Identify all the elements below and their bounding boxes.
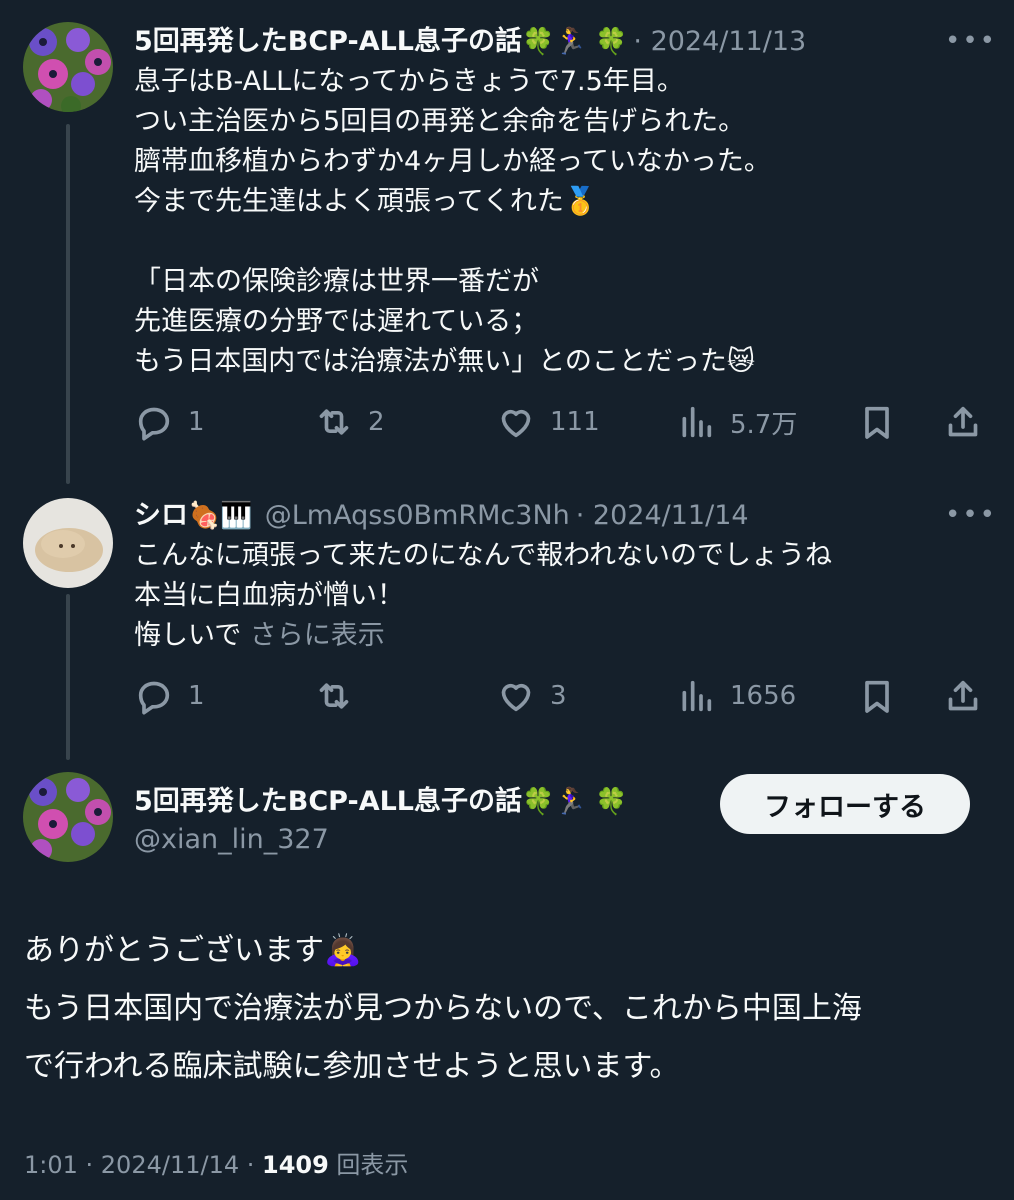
like-icon bbox=[501, 683, 531, 712]
retweet-count: 2 bbox=[368, 407, 385, 437]
view-count: 1409 bbox=[262, 1151, 329, 1179]
name-emoji: 🍀🏃‍♀️ 🍀 bbox=[522, 787, 628, 817]
share-button[interactable] bbox=[943, 402, 983, 442]
view-label: 回表示 bbox=[328, 1151, 409, 1179]
display-name[interactable]: シロ bbox=[134, 500, 188, 531]
avatar-plush-image bbox=[23, 498, 113, 588]
like-count: 111 bbox=[550, 407, 600, 437]
avatar[interactable] bbox=[23, 498, 113, 588]
like-count: 3 bbox=[550, 681, 567, 711]
tweet-header: シロ🍖🎹 @LmAqss0BmRMc3Nh · 2024/11/14 bbox=[134, 498, 749, 534]
reply-button[interactable]: 1 bbox=[134, 676, 205, 716]
tweet-time[interactable]: 1:01 · 2024/11/14 · bbox=[24, 1151, 262, 1179]
retweet-button[interactable]: 2 bbox=[314, 402, 385, 442]
avatar-flowers-image bbox=[23, 772, 113, 862]
tweet-date[interactable]: · 2024/11/13 bbox=[633, 26, 806, 57]
reply-icon bbox=[138, 681, 170, 715]
thread-line bbox=[66, 594, 70, 760]
share-icon bbox=[948, 680, 978, 711]
more-icon[interactable]: ••• bbox=[945, 26, 997, 56]
share-icon bbox=[948, 406, 978, 437]
reply-count: 1 bbox=[188, 407, 205, 437]
tweet-header: 5回再発したBCP-ALL息子の話🍀🏃‍♀️ 🍀 bbox=[134, 784, 627, 820]
views-icon bbox=[682, 406, 712, 438]
tweet-text: ありがとうございます🙇‍♀️ もう日本国内で治療法が見つからないので、これから中… bbox=[24, 933, 862, 1084]
thread-line bbox=[66, 124, 70, 484]
tweet-header: 5回再発したBCP-ALL息子の話🍀🏃‍♀️ 🍀 · 2024/11/13 bbox=[134, 24, 806, 60]
name-emoji: 🍀🏃‍♀️ 🍀 bbox=[522, 27, 628, 57]
user-handle[interactable]: @xian_lin_327 bbox=[134, 822, 329, 858]
tweet-footer: 1:01 · 2024/11/14 · 1409 回表示 bbox=[24, 1145, 408, 1180]
display-name[interactable]: 5回再発したBCP-ALL息子の話 bbox=[134, 786, 522, 817]
views-icon bbox=[682, 680, 712, 712]
avatar[interactable] bbox=[23, 22, 113, 112]
bookmark-icon bbox=[865, 406, 889, 439]
show-more-link[interactable]: さらに表示 bbox=[250, 620, 385, 651]
retweet-icon bbox=[319, 409, 349, 435]
views-button[interactable]: 5.7万 bbox=[676, 402, 797, 442]
avatar-flowers-image bbox=[23, 22, 113, 112]
tweet-text: こんなに頑張って来たのになんで報われないのでしょうね 本当に白血病が憎い！ 悔し… bbox=[134, 536, 984, 656]
tweet-text-content: こんなに頑張って来たのになんで報われないのでしょうね 本当に白血病が憎い！ 悔し… bbox=[134, 540, 832, 651]
share-button[interactable] bbox=[943, 676, 983, 716]
bookmark-button[interactable] bbox=[857, 402, 897, 442]
reply-button[interactable]: 1 bbox=[134, 402, 205, 442]
like-button[interactable]: 111 bbox=[496, 402, 600, 442]
follow-button[interactable]: フォローする bbox=[720, 774, 970, 834]
tweet-date[interactable]: · 2024/11/14 bbox=[576, 500, 749, 531]
avatar[interactable] bbox=[23, 772, 113, 862]
bookmark-button[interactable] bbox=[857, 676, 897, 716]
more-icon[interactable]: ••• bbox=[945, 500, 997, 530]
retweet-icon bbox=[319, 683, 349, 709]
retweet-button[interactable] bbox=[314, 676, 354, 716]
reply-icon bbox=[138, 407, 170, 441]
views-count: 1656 bbox=[730, 681, 797, 711]
display-name[interactable]: 5回再発したBCP-ALL息子の話 bbox=[134, 26, 522, 57]
like-button[interactable]: 3 bbox=[496, 676, 567, 716]
like-icon bbox=[501, 409, 531, 438]
views-button[interactable]: 1656 bbox=[676, 676, 796, 716]
user-handle[interactable]: @LmAqss0BmRMc3Nh bbox=[265, 500, 570, 531]
name-emoji: 🍖🎹 bbox=[188, 501, 253, 531]
views-count: 5.7万 bbox=[730, 409, 798, 440]
bookmark-icon bbox=[865, 680, 889, 713]
reply-count: 1 bbox=[188, 681, 205, 711]
tweet-text: 息子はB-ALLになってからきょうで7.5年目。 つい主治医から5回目の再発と余… bbox=[134, 66, 771, 377]
